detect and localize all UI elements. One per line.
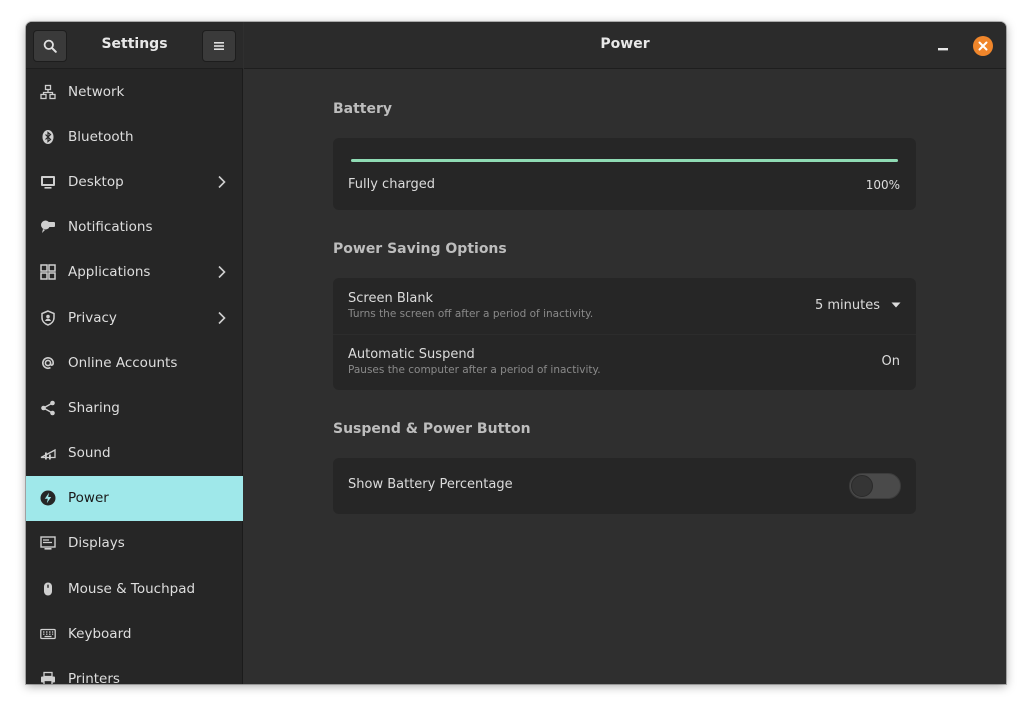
bluetooth-icon xyxy=(40,129,56,145)
sidebar-item-label: Power xyxy=(68,490,109,507)
screen-blank-dropdown[interactable]: 5 minutes xyxy=(815,296,902,314)
automatic-suspend-value[interactable]: On xyxy=(882,354,900,369)
chevron-right-icon xyxy=(218,311,226,324)
menu-button[interactable] xyxy=(202,30,236,62)
battery-status: Fully charged xyxy=(348,177,436,192)
close-icon xyxy=(978,41,988,51)
page-title: Power xyxy=(600,36,650,52)
switch-knob xyxy=(851,475,873,497)
sidebar-item-sharing[interactable]: Sharing xyxy=(26,385,243,430)
sidebar-header: Settings xyxy=(26,22,243,69)
sidebar-item-label: Desktop xyxy=(68,173,124,190)
automatic-suspend-subtitle: Pauses the computer after a period of in… xyxy=(348,364,601,376)
sidebar-item-label: Sound xyxy=(68,445,111,462)
sound-icon xyxy=(40,445,56,461)
sidebar: Settings Network Bluetooth Desktop Notif… xyxy=(26,22,243,684)
close-button[interactable] xyxy=(973,36,993,56)
sidebar-item-label: Displays xyxy=(68,535,125,552)
power-saving-section-title: Power Saving Options xyxy=(333,241,507,257)
network-icon xyxy=(40,84,56,100)
power-icon xyxy=(40,490,56,506)
mouse-icon xyxy=(40,581,56,597)
automatic-suspend-title: Automatic Suspend xyxy=(348,347,475,362)
sidebar-item-network[interactable]: Network xyxy=(26,69,243,114)
privacy-icon xyxy=(40,309,56,326)
show-battery-percentage-switch[interactable] xyxy=(849,473,901,499)
sidebar-item-label: Mouse & Touchpad xyxy=(68,580,196,597)
keyboard-icon xyxy=(40,626,56,642)
chevron-right-icon xyxy=(218,175,226,189)
notifications-icon xyxy=(40,219,56,235)
screen-blank-value: 5 minutes xyxy=(814,297,880,313)
settings-window: Settings Network Bluetooth Desktop Notif… xyxy=(26,22,1006,684)
sidebar-item-label: Sharing xyxy=(68,399,120,416)
suspend-power-section-title: Suspend & Power Button xyxy=(333,421,531,437)
display-icon xyxy=(40,535,56,551)
battery-section-title: Battery xyxy=(333,101,393,117)
sidebar-item-power[interactable]: Power xyxy=(26,475,243,521)
sidebar-item-online-accounts[interactable]: Online Accounts xyxy=(26,340,243,385)
show-battery-percentage-label: Show Battery Percentage xyxy=(348,477,513,492)
sidebar-item-privacy[interactable]: Privacy xyxy=(26,295,243,340)
sidebar-item-keyboard[interactable]: Keyboard xyxy=(26,611,243,656)
sidebar-item-sound[interactable]: Sound xyxy=(26,431,243,476)
desktop-icon xyxy=(40,174,56,190)
at-sign-icon xyxy=(40,355,56,371)
screen-blank-title: Screen Blank xyxy=(348,291,434,306)
header-bar: Power xyxy=(244,22,1006,69)
sidebar-item-label: Keyboard xyxy=(68,625,132,642)
hamburger-menu-icon xyxy=(214,42,224,50)
sidebar-item-displays[interactable]: Displays xyxy=(26,521,243,566)
sidebar-title: Settings xyxy=(101,36,168,52)
caret-down-icon xyxy=(891,302,901,308)
sidebar-item-desktop[interactable]: Desktop xyxy=(26,159,243,204)
sidebar-item-label: Notifications xyxy=(68,219,153,236)
search-button[interactable] xyxy=(33,30,67,62)
screen-blank-subtitle: Turns the screen off after a period of i… xyxy=(348,308,594,320)
sidebar-item-bluetooth[interactable]: Bluetooth xyxy=(26,114,243,159)
search-icon xyxy=(43,39,57,53)
main-panel: Power Battery Fully charged 100% Power S… xyxy=(244,22,1006,684)
sidebar-item-label: Applications xyxy=(68,264,151,281)
sidebar-item-printers[interactable]: Printers xyxy=(26,656,243,684)
sidebar-item-label: Online Accounts xyxy=(68,354,178,371)
sidebar-item-label: Privacy xyxy=(68,309,117,326)
printer-icon xyxy=(40,671,56,684)
battery-level-bar xyxy=(351,159,898,162)
minimize-button[interactable] xyxy=(934,38,952,54)
sidebar-list: Network Bluetooth Desktop Notifications … xyxy=(26,69,243,684)
sidebar-item-label: Bluetooth xyxy=(68,128,134,145)
applications-icon xyxy=(40,264,56,281)
sidebar-item-notifications[interactable]: Notifications xyxy=(26,205,243,250)
battery-level-fill xyxy=(351,159,898,162)
sidebar-item-label: Printers xyxy=(68,671,120,684)
power-saving-card: Screen Blank Turns the screen off after … xyxy=(333,278,916,390)
sidebar-item-label: Network xyxy=(68,83,125,100)
battery-card: Fully charged 100% xyxy=(333,138,916,210)
sidebar-item-mouse-touchpad[interactable]: Mouse & Touchpad xyxy=(26,566,243,611)
share-icon xyxy=(40,400,56,416)
chevron-right-icon xyxy=(218,266,226,279)
row-divider xyxy=(333,334,916,335)
suspend-power-card: Show Battery Percentage xyxy=(333,458,916,514)
sidebar-item-applications[interactable]: Applications xyxy=(26,250,243,295)
battery-percent: 100% xyxy=(865,178,900,192)
